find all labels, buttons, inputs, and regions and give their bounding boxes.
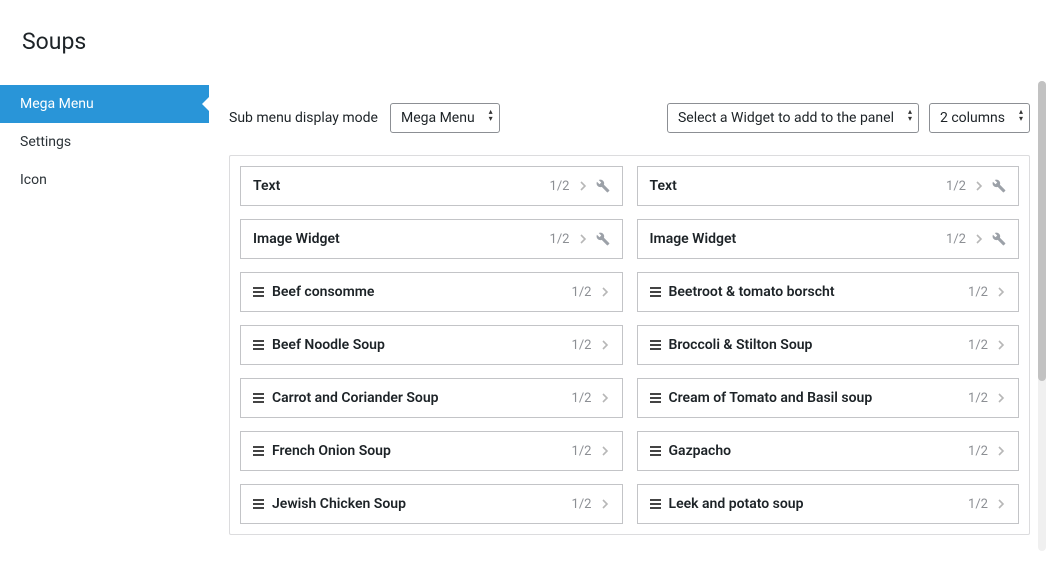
- toolbar: Sub menu display mode Mega Menu Select a…: [229, 85, 1030, 155]
- panel-item[interactable]: Broccoli & Stilton Soup 1/2: [637, 325, 1020, 365]
- scrollbar[interactable]: [1038, 81, 1046, 551]
- chevron-right-icon[interactable]: [578, 234, 588, 244]
- panel-item[interactable]: Cream of Tomato and Basil soup 1/2: [637, 378, 1020, 418]
- widget-select[interactable]: Select a Widget to add to the panel: [667, 103, 919, 133]
- panel-item-title: Image Widget: [253, 231, 340, 247]
- columns-select-value: 2 columns: [940, 110, 1005, 126]
- drag-handle-icon[interactable]: [650, 446, 661, 456]
- panel-item[interactable]: Gazpacho 1/2: [637, 431, 1020, 471]
- chevron-right-icon[interactable]: [600, 287, 610, 297]
- panel-item-title: French Onion Soup: [272, 443, 391, 459]
- sidebar: Mega Menu Settings Icon: [0, 85, 209, 561]
- widget-select-value: Select a Widget to add to the panel: [678, 110, 894, 126]
- panel-item-title: Beef consomme: [272, 284, 374, 300]
- scrollbar-thumb[interactable]: [1038, 81, 1046, 381]
- panel-item[interactable]: Beetroot & tomato borscht 1/2: [637, 272, 1020, 312]
- chevron-right-icon[interactable]: [996, 446, 1006, 456]
- column-fraction: 1/2: [572, 444, 592, 459]
- panel-item[interactable]: Beef Noodle Soup 1/2: [240, 325, 623, 365]
- column-fraction: 1/2: [968, 285, 988, 300]
- column-fraction: 1/2: [550, 179, 570, 194]
- panel-item-title: Broccoli & Stilton Soup: [669, 337, 813, 353]
- column-fraction: 1/2: [572, 497, 592, 512]
- caret-icon: [1019, 108, 1023, 122]
- caret-icon: [489, 108, 493, 122]
- column-fraction: 1/2: [968, 391, 988, 406]
- drag-handle-icon[interactable]: [650, 393, 661, 403]
- panel-item[interactable]: Image Widget 1/2: [240, 219, 623, 259]
- drag-handle-icon[interactable]: [253, 446, 264, 456]
- panel-item[interactable]: Carrot and Coriander Soup 1/2: [240, 378, 623, 418]
- wrench-icon[interactable]: [596, 232, 610, 246]
- drag-handle-icon[interactable]: [650, 340, 661, 350]
- panel-item-title: Leek and potato soup: [669, 496, 804, 512]
- chevron-right-icon[interactable]: [996, 340, 1006, 350]
- caret-icon: [908, 108, 912, 122]
- display-mode-value: Mega Menu: [401, 110, 475, 126]
- chevron-right-icon[interactable]: [600, 446, 610, 456]
- chevron-right-icon[interactable]: [996, 393, 1006, 403]
- panel-item[interactable]: Image Widget 1/2: [637, 219, 1020, 259]
- sidebar-item-settings[interactable]: Settings: [0, 123, 209, 161]
- sidebar-item-mega-menu[interactable]: Mega Menu: [0, 85, 209, 123]
- panel-item[interactable]: Text 1/2: [240, 166, 623, 206]
- drag-handle-icon[interactable]: [253, 340, 264, 350]
- columns-select[interactable]: 2 columns: [929, 103, 1030, 133]
- chevron-right-icon[interactable]: [974, 234, 984, 244]
- chevron-right-icon[interactable]: [996, 499, 1006, 509]
- column-fraction: 1/2: [946, 232, 966, 247]
- chevron-right-icon[interactable]: [578, 181, 588, 191]
- panel-item[interactable]: French Onion Soup 1/2: [240, 431, 623, 471]
- column-fraction: 1/2: [572, 391, 592, 406]
- column-fraction: 1/2: [968, 497, 988, 512]
- drag-handle-icon[interactable]: [650, 287, 661, 297]
- panel-item-title: Image Widget: [650, 231, 737, 247]
- panel-item[interactable]: Jewish Chicken Soup 1/2: [240, 484, 623, 524]
- wrench-icon[interactable]: [992, 232, 1006, 246]
- panel-item[interactable]: Text 1/2: [637, 166, 1020, 206]
- panel-item-title: Text: [650, 178, 677, 194]
- drag-handle-icon[interactable]: [253, 499, 264, 509]
- column-fraction: 1/2: [550, 232, 570, 247]
- column-fraction: 1/2: [946, 179, 966, 194]
- panel-item-title: Carrot and Coriander Soup: [272, 390, 439, 406]
- column-fraction: 1/2: [968, 338, 988, 353]
- chevron-right-icon[interactable]: [600, 393, 610, 403]
- page-title: Soups: [0, 0, 1050, 55]
- panel-item-title: Gazpacho: [669, 443, 732, 459]
- panel-item-title: Text: [253, 178, 280, 194]
- column-fraction: 1/2: [968, 444, 988, 459]
- display-mode-select[interactable]: Mega Menu: [390, 103, 500, 133]
- panel-item-title: Beetroot & tomato borscht: [669, 284, 835, 300]
- wrench-icon[interactable]: [992, 179, 1006, 193]
- panel-item[interactable]: Beef consomme 1/2: [240, 272, 623, 312]
- chevron-right-icon[interactable]: [600, 499, 610, 509]
- drag-handle-icon[interactable]: [650, 499, 661, 509]
- panel-item[interactable]: Leek and potato soup 1/2: [637, 484, 1020, 524]
- chevron-right-icon[interactable]: [600, 340, 610, 350]
- widgets-panel: Text1/2Text1/2Image Widget1/2Image Widge…: [229, 155, 1030, 535]
- drag-handle-icon[interactable]: [253, 393, 264, 403]
- chevron-right-icon[interactable]: [996, 287, 1006, 297]
- panel-item-title: Beef Noodle Soup: [272, 337, 385, 353]
- panel-item-title: Jewish Chicken Soup: [272, 496, 406, 512]
- column-fraction: 1/2: [572, 338, 592, 353]
- drag-handle-icon[interactable]: [253, 287, 264, 297]
- column-fraction: 1/2: [572, 285, 592, 300]
- main-content: Sub menu display mode Mega Menu Select a…: [209, 85, 1050, 560]
- panel-item-title: Cream of Tomato and Basil soup: [669, 390, 873, 406]
- chevron-right-icon[interactable]: [974, 181, 984, 191]
- sidebar-item-icon[interactable]: Icon: [0, 161, 209, 199]
- display-mode-label: Sub menu display mode: [229, 110, 378, 126]
- wrench-icon[interactable]: [596, 179, 610, 193]
